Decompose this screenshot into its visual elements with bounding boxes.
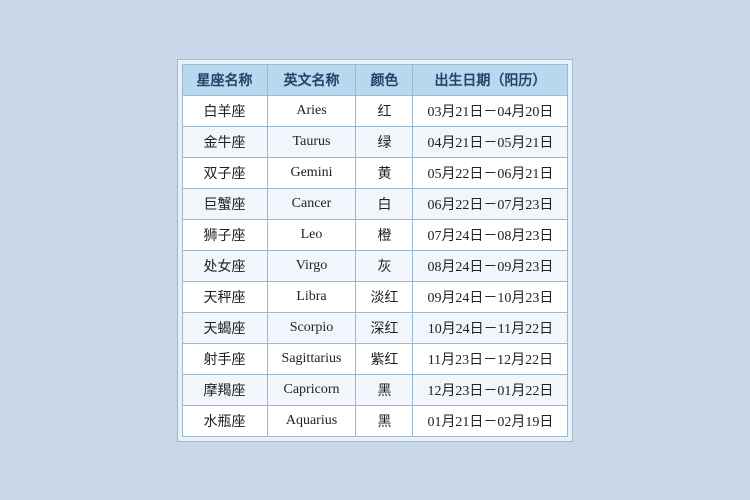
col-header-chinese: 星座名称 [182,64,267,95]
cell-chinese: 双子座 [182,157,267,188]
table-header-row: 星座名称 英文名称 颜色 出生日期（阳历） [182,64,568,95]
col-header-dates: 出生日期（阳历） [413,64,568,95]
cell-english: Libra [267,281,356,312]
cell-english: Leo [267,219,356,250]
cell-color: 深红 [356,312,413,343]
zodiac-table-container: 星座名称 英文名称 颜色 出生日期（阳历） 白羊座Aries红03月21日－04… [177,59,574,442]
cell-color: 绿 [356,126,413,157]
cell-dates: 10月24日－11月22日 [413,312,568,343]
cell-dates: 01月21日－02月19日 [413,405,568,436]
cell-dates: 12月23日－01月22日 [413,374,568,405]
cell-english: Aries [267,95,356,126]
cell-chinese: 白羊座 [182,95,267,126]
table-row: 天秤座Libra淡红09月24日－10月23日 [182,281,568,312]
cell-chinese: 天蝎座 [182,312,267,343]
table-row: 天蝎座Scorpio深红10月24日－11月22日 [182,312,568,343]
cell-chinese: 处女座 [182,250,267,281]
col-header-color: 颜色 [356,64,413,95]
cell-dates: 07月24日－08月23日 [413,219,568,250]
table-row: 狮子座Leo橙07月24日－08月23日 [182,219,568,250]
cell-color: 白 [356,188,413,219]
table-row: 巨蟹座Cancer白06月22日－07月23日 [182,188,568,219]
cell-chinese: 水瓶座 [182,405,267,436]
cell-chinese: 金牛座 [182,126,267,157]
table-row: 水瓶座Aquarius黑01月21日－02月19日 [182,405,568,436]
table-row: 摩羯座Capricorn黑12月23日－01月22日 [182,374,568,405]
cell-chinese: 摩羯座 [182,374,267,405]
cell-color: 红 [356,95,413,126]
cell-english: Aquarius [267,405,356,436]
cell-dates: 08月24日－09月23日 [413,250,568,281]
table-row: 金牛座Taurus绿04月21日－05月21日 [182,126,568,157]
cell-dates: 06月22日－07月23日 [413,188,568,219]
cell-english: Taurus [267,126,356,157]
cell-english: Virgo [267,250,356,281]
table-row: 处女座Virgo灰08月24日－09月23日 [182,250,568,281]
cell-color: 黄 [356,157,413,188]
cell-chinese: 射手座 [182,343,267,374]
cell-english: Gemini [267,157,356,188]
cell-color: 黑 [356,405,413,436]
cell-english: Cancer [267,188,356,219]
table-row: 射手座Sagittarius紫红11月23日－12月22日 [182,343,568,374]
cell-dates: 09月24日－10月23日 [413,281,568,312]
col-header-english: 英文名称 [267,64,356,95]
table-row: 白羊座Aries红03月21日－04月20日 [182,95,568,126]
cell-chinese: 天秤座 [182,281,267,312]
cell-dates: 05月22日－06月21日 [413,157,568,188]
cell-dates: 03月21日－04月20日 [413,95,568,126]
cell-english: Scorpio [267,312,356,343]
cell-dates: 04月21日－05月21日 [413,126,568,157]
zodiac-table: 星座名称 英文名称 颜色 出生日期（阳历） 白羊座Aries红03月21日－04… [182,64,569,437]
cell-color: 橙 [356,219,413,250]
cell-chinese: 狮子座 [182,219,267,250]
cell-color: 灰 [356,250,413,281]
cell-color: 黑 [356,374,413,405]
cell-english: Sagittarius [267,343,356,374]
cell-english: Capricorn [267,374,356,405]
cell-chinese: 巨蟹座 [182,188,267,219]
cell-color: 淡红 [356,281,413,312]
table-row: 双子座Gemini黄05月22日－06月21日 [182,157,568,188]
cell-dates: 11月23日－12月22日 [413,343,568,374]
cell-color: 紫红 [356,343,413,374]
